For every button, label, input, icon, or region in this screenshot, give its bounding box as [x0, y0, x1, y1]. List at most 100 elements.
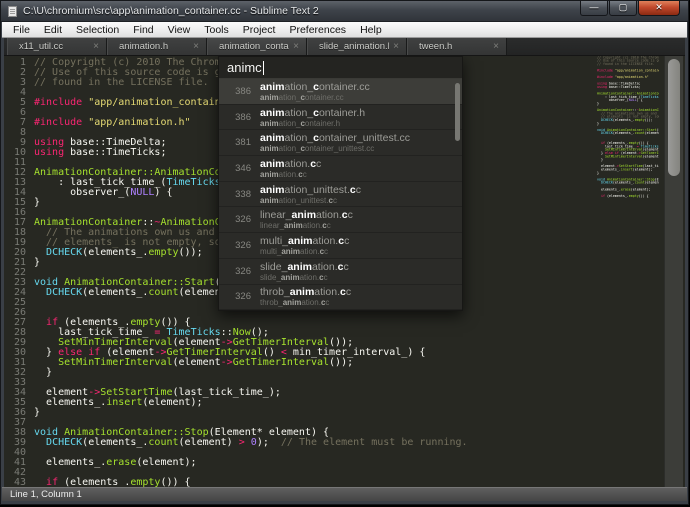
- goto-anything-results: 386animation_container.ccanimation_conta…: [219, 79, 462, 310]
- result-row[interactable]: 386 animation_container.hanimation_contai…: [219, 105, 462, 131]
- window-frame-bottom: [1, 501, 688, 505]
- match-score: 346: [219, 163, 251, 174]
- menu-item-project[interactable]: Project: [236, 23, 283, 37]
- status-bar: Line 1, Column 1: [2, 487, 687, 501]
- line-number: 43: [4, 478, 26, 487]
- title-bar[interactable]: C:\U\chromium\src\app\animation_containe…: [1, 1, 688, 22]
- result-path: linear_animation.cc: [260, 221, 353, 230]
- result-path: animation_unittest.cc: [260, 196, 361, 205]
- minimap-line: if (elements_.empty()) {: [597, 195, 659, 198]
- minimap[interactable]: // Copyright (c) 2010 The Chromium Autho…: [597, 56, 659, 487]
- minimap-line: DCHECK(elements_.count(element) == 0);: [597, 132, 659, 135]
- tab-tween.h[interactable]: tween.h ×: [407, 38, 507, 55]
- result-row[interactable]: 386 animation_container.ccanimation_conta…: [219, 79, 462, 105]
- menu-item-help[interactable]: Help: [353, 23, 389, 37]
- tab-animation.h[interactable]: animation.h ×: [107, 38, 207, 55]
- tab-bar: x11_util.cc×animation.h×animation_contai…: [4, 38, 685, 56]
- editor-main: 1// Copyright (c) 2010 The Chromium Auth…: [4, 56, 685, 487]
- result-filename: multi_animation.cc: [260, 235, 349, 247]
- result-row[interactable]: 338 animation_unittest.ccanimation_unitte…: [219, 182, 462, 208]
- result-row[interactable]: 326 slide_animation.ccslide_animation.cc: [219, 259, 462, 285]
- tab-close-icon[interactable]: ×: [393, 42, 399, 52]
- match-score: 338: [219, 189, 251, 200]
- minimize-button[interactable]: —: [580, 1, 608, 16]
- panel-scrollbar-thumb[interactable]: [455, 83, 460, 141]
- menu-item-selection[interactable]: Selection: [69, 23, 126, 37]
- result-filename: linear_animation.cc: [260, 209, 353, 221]
- minimap-line: SetMinTimerInterval(element->GetTimerInt…: [597, 155, 659, 158]
- app-icon: [8, 6, 17, 17]
- result-row[interactable]: 326 throb_animation.ccthrob_animation.cc: [219, 285, 462, 311]
- tab-label: animation_container.h: [219, 41, 289, 52]
- maximize-button[interactable]: ▢: [609, 1, 637, 16]
- result-path: multi_animation.cc: [260, 247, 349, 256]
- tab-animation_container.h[interactable]: animation_container.h ×: [207, 38, 307, 55]
- match-score: 326: [219, 240, 251, 251]
- minimap-line: DCHECK(elements_.empty());: [597, 119, 659, 122]
- tab-close-icon[interactable]: ×: [193, 42, 199, 52]
- text-caret: [263, 61, 264, 75]
- code-line: 39 DCHECK(elements_.count(element) > 0);…: [4, 438, 685, 448]
- tab-x11_util.cc[interactable]: x11_util.cc ×: [7, 38, 107, 55]
- menu-item-edit[interactable]: Edit: [37, 23, 69, 37]
- app-window: C:\U\chromium\src\app\animation_containe…: [0, 0, 689, 505]
- menu-item-find[interactable]: Find: [126, 23, 160, 37]
- tab-label: slide_animation.h: [319, 41, 389, 52]
- match-score: 326: [219, 214, 251, 225]
- minimap-line: #include "app/animation_container.h": [597, 69, 659, 72]
- window-controls: — ▢ ✕: [579, 1, 680, 16]
- code-line: 32 }: [4, 368, 685, 378]
- cursor-position-status: Line 1, Column 1: [10, 489, 82, 500]
- minimap-line: DCHECK(elements_.count(element) > 0); //…: [597, 181, 659, 184]
- result-row[interactable]: 346animation.ccanimation.cc: [219, 156, 462, 182]
- minimap-line: // found in the LICENSE file.: [597, 63, 659, 66]
- menu-item-file[interactable]: File: [6, 23, 37, 37]
- match-score: 326: [219, 291, 251, 302]
- editor-scrollbar[interactable]: [664, 56, 683, 487]
- result-path: animation.cc: [260, 170, 321, 179]
- result-filename: animation_container.h: [260, 107, 365, 119]
- result-row[interactable]: 326 multi_animation.ccmulti_animation.cc: [219, 233, 462, 259]
- match-score: 381: [219, 137, 251, 148]
- goto-anything-panel: animc 386animation_container.ccanimation…: [218, 56, 463, 311]
- match-score: 386: [219, 112, 251, 123]
- tab-label: x11_util.cc: [19, 41, 63, 52]
- tab-label: tween.h: [419, 41, 452, 52]
- code-line: 43 if (elements_.empty()) {: [4, 478, 685, 487]
- result-path: animation_container_unittest.cc: [260, 144, 410, 153]
- tab-close-icon[interactable]: ×: [293, 42, 299, 52]
- result-path: throb_animation.cc: [260, 298, 351, 307]
- result-filename: animation_container.cc: [260, 81, 370, 93]
- match-score: 386: [219, 86, 251, 97]
- menu-item-preferences[interactable]: Preferences: [282, 23, 353, 37]
- goto-anything-input[interactable]: animc: [219, 57, 462, 79]
- result-filename: slide_animation.cc: [260, 261, 349, 273]
- result-path: animation_container.cc: [260, 93, 370, 102]
- code-line: 36}: [4, 408, 685, 418]
- goto-anything-query: animc: [227, 60, 262, 75]
- code-line: 31 SetMinTimerInterval(element->GetTimer…: [4, 358, 685, 368]
- result-filename: animation_container_unittest.cc: [260, 132, 410, 144]
- result-path: slide_animation.cc: [260, 273, 349, 282]
- result-row[interactable]: 381 animation_container_unittest.ccanimat…: [219, 130, 462, 156]
- minimap-content: // Copyright (c) 2010 The Chromium Autho…: [597, 56, 659, 198]
- editor-scrollbar-thumb[interactable]: [668, 59, 680, 176]
- tab-close-icon[interactable]: ×: [493, 42, 499, 52]
- code-line: 35 elements_.insert(element);: [4, 398, 685, 408]
- code-line: 41 elements_.erase(element);: [4, 458, 685, 468]
- result-path: animation_container.h: [260, 119, 365, 128]
- result-filename: throb_animation.cc: [260, 286, 351, 298]
- menu-bar: FileEditSelectionFindViewToolsProjectPre…: [2, 22, 687, 38]
- minimap-line: elements_.erase(element);: [597, 188, 659, 191]
- close-button[interactable]: ✕: [638, 1, 680, 16]
- match-score: 326: [219, 266, 251, 277]
- result-filename: animation_unittest.cc: [260, 184, 361, 196]
- menu-item-view[interactable]: View: [161, 23, 198, 37]
- tab-label: animation.h: [119, 41, 168, 52]
- window-title: C:\U\chromium\src\app\animation_containe…: [23, 5, 319, 17]
- minimap-line: elements_.insert(element);: [597, 168, 659, 171]
- tab-slide_animation.h[interactable]: slide_animation.h ×: [307, 38, 407, 55]
- tab-close-icon[interactable]: ×: [93, 42, 99, 52]
- menu-item-tools[interactable]: Tools: [197, 23, 236, 37]
- result-row[interactable]: 326 linear_animation.cclinear_animation.c…: [219, 207, 462, 233]
